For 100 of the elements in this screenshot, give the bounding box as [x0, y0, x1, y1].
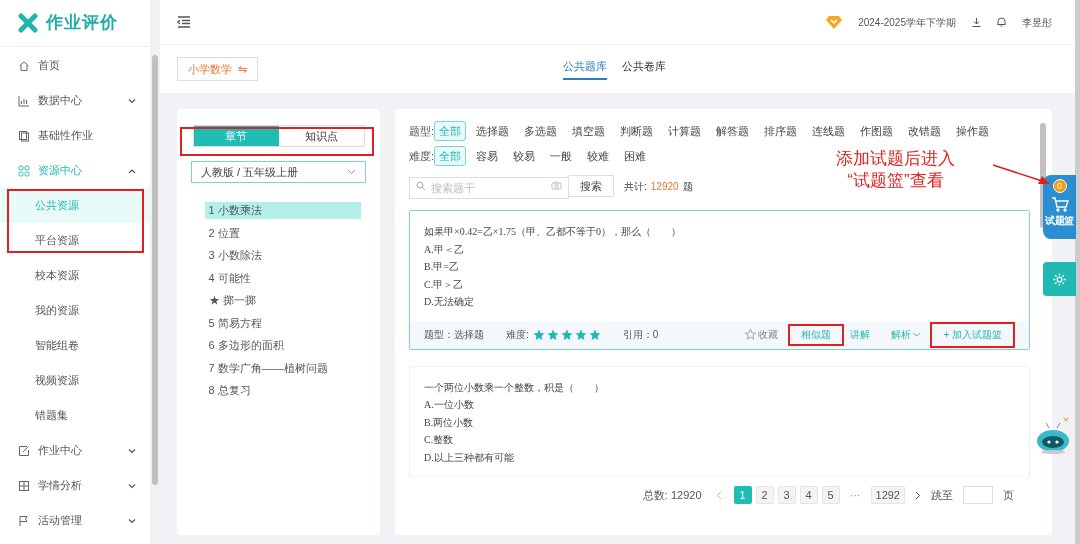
sidebar-item[interactable]: 活动管理: [0, 503, 150, 538]
star-icon: [546, 328, 559, 341]
question-type: 题型：选择题: [424, 328, 484, 342]
star-outline-icon: [745, 329, 757, 340]
chevron-down-icon: [913, 332, 921, 337]
chevron-down-icon: [128, 517, 136, 524]
filter-option[interactable]: 填空题: [567, 121, 611, 141]
grid-icon: [18, 164, 30, 177]
question-stem: 一个两位小数乘一个整数，积是（ ）: [424, 380, 605, 395]
chapter-item[interactable]: 2 位置: [204, 224, 361, 242]
submenu-item[interactable]: 视频资源: [0, 363, 150, 398]
menu-toggle-icon: [177, 16, 191, 28]
camera-icon: [551, 181, 562, 190]
gem-icon: [826, 15, 843, 29]
chevron-up-icon: [128, 167, 136, 174]
filter-option[interactable]: 改错题: [903, 121, 947, 141]
cite-count: 引用：0: [622, 328, 659, 342]
submenu-item[interactable]: 智能组卷: [0, 328, 150, 363]
answer-option: B.两位小数: [424, 414, 1015, 430]
total-count: 总数: 12920: [642, 487, 702, 503]
answer-option: D.以上三种都有可能: [424, 449, 1015, 465]
filter-option[interactable]: 较难: [582, 146, 615, 166]
copy-icon: [18, 129, 30, 142]
page-button[interactable]: 5: [821, 486, 840, 504]
submenu-item[interactable]: 错题集: [0, 398, 150, 433]
page-input[interactable]: [963, 486, 993, 504]
search-button[interactable]: 搜索: [569, 175, 614, 197]
filter-option[interactable]: 容易: [471, 146, 504, 166]
search-field[interactable]: 搜索题干: [409, 177, 569, 199]
edition-select[interactable]: 人教版 / 五年级上册: [191, 161, 366, 183]
chapter-item[interactable]: 7 数学广角——植树问题: [204, 359, 361, 377]
question-stem: 如果甲×0.42=乙×1.75（甲、乙都不等于0），那么（ ）: [424, 225, 682, 239]
sidebar-item[interactable]: 首页: [0, 48, 150, 83]
filter-option[interactable]: 作图题: [855, 121, 899, 141]
filter-option[interactable]: 解答题: [711, 121, 755, 141]
library-tab[interactable]: 公共卷库: [622, 58, 666, 80]
chevron-right-icon: [915, 490, 921, 500]
library-tab[interactable]: 公共题库: [563, 58, 607, 80]
chevron-down-icon: [128, 482, 136, 489]
submenu-item[interactable]: 平台资源: [0, 223, 150, 258]
chapter-item[interactable]: 3 小数除法: [204, 247, 361, 264]
sidebar-item[interactable]: 基础性作业: [0, 118, 150, 153]
page-button[interactable]: 2: [755, 486, 774, 504]
filter-option[interactable]: 判断题: [615, 121, 659, 141]
filter-option[interactable]: 一般: [545, 146, 578, 166]
scrollbar-thumb[interactable]: [152, 55, 158, 485]
page-button[interactable]: 3: [777, 486, 796, 504]
filter-option[interactable]: 较易: [508, 146, 541, 166]
chapter-item[interactable]: ★ 掷一掷: [204, 292, 361, 309]
filter-option[interactable]: 多选题: [519, 121, 563, 141]
difficulty-label: 难度:: [506, 328, 529, 342]
total-label: 共计:: [624, 179, 647, 194]
count-badge: 0: [1052, 179, 1067, 193]
sidebar-item[interactable]: 学情分析: [0, 468, 150, 503]
filter-option[interactable]: 选择题: [471, 121, 515, 141]
bell-icon: [997, 17, 1006, 27]
sidebar-item[interactable]: 作业中心: [0, 433, 150, 468]
robot-assistant-icon[interactable]: [1034, 415, 1072, 455]
answer-option: C.甲＞乙: [424, 276, 1015, 292]
answer-option: D.无法确定: [424, 294, 1015, 310]
chapter-item[interactable]: 5 简易方程: [204, 314, 361, 332]
settings-icon: [1052, 271, 1067, 287]
annotation-text: 添加试题后进入: [836, 148, 955, 170]
flag-icon: [18, 514, 30, 527]
filter-option[interactable]: 连线题: [807, 121, 851, 141]
home-icon: [18, 59, 30, 72]
chapter-item[interactable]: 6 多边形的面积: [204, 337, 361, 354]
star-icon: [560, 328, 573, 341]
submenu-item[interactable]: 我的资源: [0, 293, 150, 328]
filter-label: 难度:: [409, 148, 435, 164]
total-count: 12920: [650, 179, 679, 194]
chevron-down-icon: [128, 97, 136, 104]
edit-icon: [18, 444, 30, 457]
search-icon: [416, 181, 426, 191]
filter-option[interactable]: 操作题: [951, 121, 995, 141]
answer-option: A.一位小数: [424, 397, 1015, 413]
favorite-button[interactable]: 收藏: [745, 327, 779, 342]
filter-option[interactable]: 困难: [619, 146, 652, 166]
star-icon: [574, 328, 587, 341]
chapter-item[interactable]: 1 小数乘法: [204, 202, 361, 219]
user-name[interactable]: 李昱彤: [1022, 14, 1052, 30]
page-button[interactable]: 4: [799, 486, 818, 504]
filter-option[interactable]: 计算题: [663, 121, 707, 141]
answer-option: A.甲＜乙: [424, 241, 1015, 257]
star-icon: [588, 328, 601, 341]
annotation-text: “试题篮”查看: [847, 170, 944, 192]
filter-option[interactable]: 排序题: [759, 121, 803, 141]
jump-label: 跳至: [931, 487, 953, 503]
chapter-item[interactable]: 4 可能性: [204, 269, 361, 287]
page-button[interactable]: 1292: [870, 486, 905, 504]
chapter-item[interactable]: 8 总复习: [204, 382, 361, 399]
bar-chart-icon: [18, 94, 30, 107]
sidebar-item[interactable]: 数据中心: [0, 83, 150, 118]
term-label: 2024-2025学年下学期: [858, 15, 956, 30]
question-basket-tab[interactable]: 0 试题篮: [1043, 175, 1076, 239]
download-icon: [972, 17, 981, 27]
star-icon: [532, 328, 545, 341]
settings-button[interactable]: [1043, 262, 1076, 296]
cart-icon: [1050, 197, 1069, 212]
submenu-item[interactable]: 校本资源: [0, 258, 150, 293]
